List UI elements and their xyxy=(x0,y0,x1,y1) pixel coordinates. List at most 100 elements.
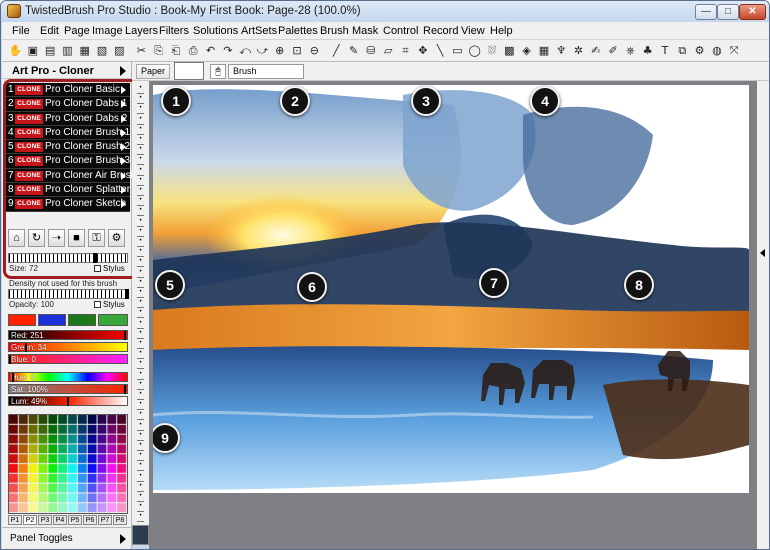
quick-slot[interactable]: • xyxy=(137,360,144,370)
palette-tab-p3[interactable]: P3 xyxy=(38,515,52,525)
quick-slot[interactable]: • xyxy=(137,238,144,247)
size-slider[interactable] xyxy=(8,253,128,263)
quick-slot[interactable]: • xyxy=(137,493,144,502)
menu-image[interactable]: Image xyxy=(92,25,123,37)
quick-slot[interactable]: • xyxy=(137,126,144,135)
ellipse-icon[interactable]: ◯ xyxy=(467,43,482,58)
paste-icon[interactable]: ⎗ xyxy=(168,43,183,58)
blue-marker[interactable] xyxy=(9,355,11,364)
swatch-lightgreen[interactable] xyxy=(98,314,128,326)
quick-slot[interactable]: • xyxy=(137,156,144,166)
brush-submenu-arrow-icon[interactable] xyxy=(121,157,126,166)
brush-item[interactable]: 5 CLONE Pro Cloner Brush 2 xyxy=(6,140,130,155)
new-page-icon[interactable]: ✋ xyxy=(8,43,23,58)
brush-item[interactable]: 6 CLONE Pro Cloner Brush 3 xyxy=(6,154,130,169)
opacity-stylus-checkbox[interactable]: Stylus xyxy=(94,300,125,309)
close-button[interactable]: ✕ xyxy=(739,4,766,20)
palette-tab-p1[interactable]: P1 xyxy=(8,515,22,525)
lock-icon[interactable]: ⚿ xyxy=(88,229,105,247)
brush-submenu-arrow-icon[interactable] xyxy=(121,100,126,109)
brush-submenu-arrow-icon[interactable] xyxy=(121,143,126,152)
shape-icon[interactable]: ⌂ xyxy=(8,229,25,247)
quick-slot[interactable]: • xyxy=(137,473,144,482)
bucket-icon[interactable]: ⛆ xyxy=(485,43,500,58)
lum-slider[interactable]: Lum: 49% xyxy=(8,396,128,406)
brush-submenu-arrow-icon[interactable] xyxy=(121,200,126,209)
sat-slider[interactable]: Sat: 100% xyxy=(8,384,128,394)
quick-slot[interactable]: • xyxy=(137,279,144,288)
quick-slot[interactable]: • xyxy=(137,432,144,441)
quick-slot[interactable]: • xyxy=(137,207,144,217)
rotate-right-icon[interactable]: ↷ xyxy=(220,43,235,58)
maximize-button[interactable]: □ xyxy=(717,4,739,20)
palette-tab-p8[interactable]: P8 xyxy=(113,515,127,525)
brush-submenu-arrow-icon[interactable] xyxy=(121,128,126,137)
quick-slot[interactable]: • xyxy=(137,116,144,125)
transform-icon[interactable]: ⤧ xyxy=(727,43,742,58)
palette-tab-p2[interactable]: P2 xyxy=(23,515,37,525)
menu-palettes[interactable]: Palettes xyxy=(278,25,318,37)
quick-slot[interactable]: • xyxy=(137,330,144,339)
brush-item[interactable]: 3 CLONE Pro Cloner Dabs 2 xyxy=(6,111,130,126)
dropper-icon[interactable]: ✎ xyxy=(346,43,361,58)
mask-icon[interactable]: ▱ xyxy=(381,43,396,58)
quick-slot[interactable]: • xyxy=(137,187,144,196)
pencil-icon[interactable]: ╱ xyxy=(329,43,344,58)
menu-filters[interactable]: Filters xyxy=(159,25,189,37)
settings-icon[interactable]: ⚙ xyxy=(692,43,707,58)
refresh-icon[interactable]: ↻ xyxy=(28,229,45,247)
hue-marker[interactable] xyxy=(12,373,14,382)
red-slider[interactable]: Red: 251 xyxy=(8,330,128,340)
painting-canvas[interactable]: 1 2 3 4 5 6 7 8 9 xyxy=(153,85,749,493)
undo-icon[interactable]: ⤺ xyxy=(238,43,253,58)
sprite-icon[interactable]: ♣ xyxy=(640,43,655,58)
red-marker[interactable] xyxy=(124,331,126,340)
quick-slot[interactable]: • xyxy=(137,422,144,431)
brush-submenu-arrow-icon[interactable] xyxy=(121,86,126,94)
quick-slot[interactable]: • xyxy=(137,146,144,156)
redo-icon[interactable]: ⤻ xyxy=(255,43,270,58)
thumbnail-icon[interactable] xyxy=(132,525,149,545)
panel-title[interactable]: Art Pro - Cloner xyxy=(2,62,132,79)
quick-slot[interactable]: • xyxy=(137,177,144,186)
quick-slot[interactable]: • xyxy=(137,197,144,207)
print-icon[interactable]: ▦ xyxy=(77,43,92,58)
quick-slot[interactable]: • xyxy=(137,401,144,411)
rotate-left-icon[interactable]: ↶ xyxy=(203,43,218,58)
palette-tab-p6[interactable]: P6 xyxy=(83,515,97,525)
quick-slot[interactable]: • xyxy=(137,289,144,298)
texture-icon[interactable]: ◈ xyxy=(519,43,534,58)
quick-slot[interactable]: • xyxy=(137,95,144,105)
quick-slot[interactable]: • xyxy=(137,381,144,390)
quick-slot[interactable]: • xyxy=(137,513,144,523)
brush-submenu-arrow-icon[interactable] xyxy=(121,186,126,195)
book-icon[interactable]: ▧ xyxy=(95,43,110,58)
brush-item[interactable]: 8 CLONE Pro Cloner Splatter xyxy=(6,183,130,198)
brush-item[interactable]: 1 CLONE Pro Cloner Basic xyxy=(6,83,130,98)
lum-marker[interactable] xyxy=(67,397,69,406)
palette-tab-p7[interactable]: P7 xyxy=(98,515,112,525)
fit-icon[interactable]: ⊡ xyxy=(290,43,305,58)
swatch-blue[interactable] xyxy=(38,314,66,326)
stamp-icon[interactable]: ♆ xyxy=(554,43,569,58)
green-marker[interactable] xyxy=(25,343,27,352)
hue-slider[interactable]: Hue: 8 xyxy=(8,372,128,382)
panel-toggles-arrow-icon[interactable] xyxy=(120,534,126,544)
palette-tab-p4[interactable]: P4 xyxy=(53,515,67,525)
brush-item[interactable]: 9 CLONE Pro Cloner Sketch xyxy=(6,197,130,212)
brush-submenu-arrow-icon[interactable] xyxy=(121,114,126,123)
quick-slot[interactable]: • xyxy=(137,391,144,400)
paste-special-icon[interactable]: ⎙ xyxy=(186,43,201,58)
menu-record[interactable]: Record xyxy=(423,25,458,37)
text-icon[interactable]: T xyxy=(658,43,673,58)
quick-slot[interactable]: • xyxy=(137,105,144,115)
quick-slot[interactable]: • xyxy=(137,85,144,94)
menu-mask[interactable]: Mask xyxy=(352,25,378,37)
save-icon[interactable]: ▤ xyxy=(43,43,58,58)
quick-slot[interactable]: • xyxy=(137,258,144,268)
line-icon[interactable]: ╲ xyxy=(433,43,448,58)
clone-icon[interactable]: ⎈ xyxy=(623,43,638,58)
color-palette-grid[interactable] xyxy=(8,414,128,514)
menu-brush[interactable]: Brush xyxy=(320,25,349,37)
quick-slot[interactable]: • xyxy=(137,136,144,145)
